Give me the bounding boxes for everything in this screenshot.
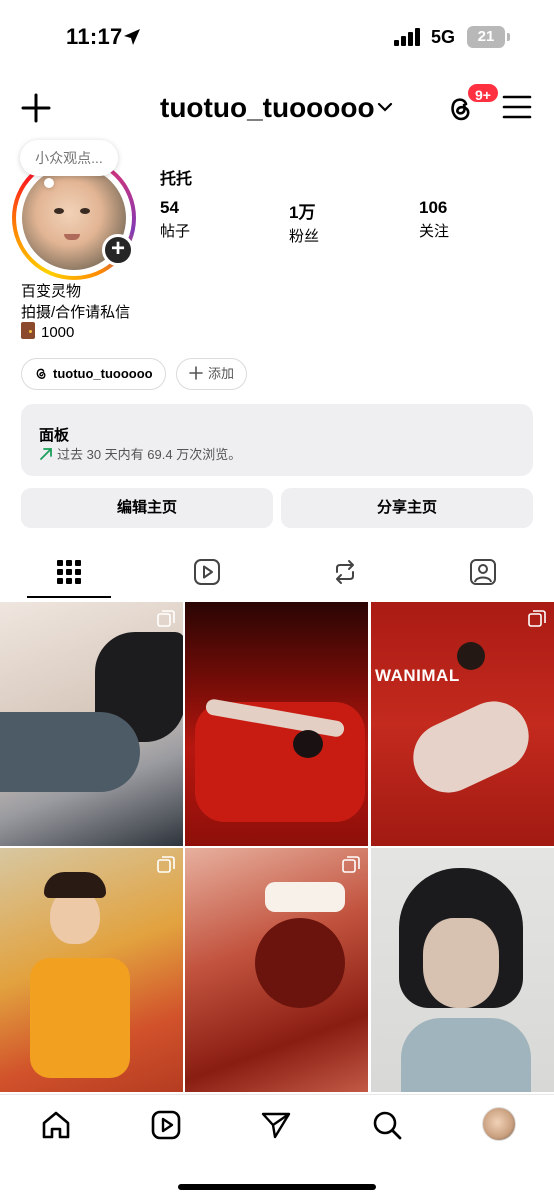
post-6-shape-face: [423, 918, 499, 1008]
post-thumbnail-3[interactable]: WANIMAL: [371, 602, 554, 846]
post-3-shape-head: [457, 642, 485, 670]
bio-line-1: 百变灵物: [21, 283, 82, 300]
dashboard-subtitle-text: 过去 30 天内有 69.4 万次浏览。: [57, 447, 242, 462]
stat-posts[interactable]: 54 帖子: [160, 198, 190, 241]
profile-header: tuotuo_tuooooo 9+: [0, 82, 554, 134]
direct-message-icon[interactable]: [260, 1109, 292, 1141]
battery-cap: [507, 33, 510, 41]
stat-following[interactable]: 106 关注: [419, 198, 449, 241]
post-thumbnail-6[interactable]: [371, 848, 554, 1092]
status-bar: 11:17 5G 21: [0, 0, 554, 72]
multi-post-icon: [157, 856, 175, 873]
location-arrow-icon: [124, 29, 140, 45]
network-type: 5G: [431, 27, 456, 47]
tab-reposts[interactable]: [276, 548, 414, 600]
display-name: 托托: [160, 171, 193, 188]
edit-profile-button[interactable]: 编辑主页: [21, 488, 273, 528]
tab-reels[interactable]: [138, 548, 276, 600]
threads-handle-pill[interactable]: tuotuo_tuooooo: [21, 358, 166, 390]
post-thumbnail-5[interactable]: [185, 848, 368, 1092]
notification-badge: 9+: [466, 82, 500, 104]
threads-handle-text: tuotuo_tuooooo: [53, 366, 153, 381]
battery-level: 21: [477, 28, 495, 45]
status-time: 11:17: [66, 24, 123, 49]
active-tab-indicator: [27, 596, 111, 598]
avatar-eye-right: [80, 208, 90, 214]
post-thumbnail-4[interactable]: [0, 848, 183, 1092]
post-6-shape-shirt: [401, 1018, 531, 1092]
tab-tagged[interactable]: [414, 548, 552, 600]
signal-icon: [394, 28, 420, 46]
chevron-down-icon[interactable]: [376, 100, 394, 114]
post-4-shape-costume: [30, 958, 130, 1078]
multi-post-icon: [528, 610, 546, 627]
reels-icon: [194, 559, 220, 585]
stat-followers-count: 1万: [289, 203, 316, 222]
create-plus-icon[interactable]: [20, 92, 52, 124]
reposts-icon: [336, 560, 354, 584]
post-2-shape-head: [293, 730, 323, 758]
post-4-shape-hair: [44, 872, 106, 898]
stat-following-label: 关注: [419, 223, 450, 240]
menu-icon[interactable]: [502, 94, 532, 120]
tab-posts-grid[interactable]: [0, 548, 138, 600]
reels-nav-icon[interactable]: [150, 1109, 182, 1141]
post-1-shape-limb: [0, 712, 140, 792]
add-link-pill[interactable]: 添加: [176, 358, 248, 390]
stat-following-count: 106: [419, 198, 448, 217]
threads-small-icon: [36, 368, 46, 379]
bio-line-3-text: 1000: [41, 324, 75, 341]
stat-posts-count: 54: [160, 198, 179, 217]
bio-line-2: 拍摄/合作请私信: [21, 304, 131, 321]
search-icon[interactable]: [371, 1109, 403, 1141]
profile-nav-avatar[interactable]: [482, 1107, 516, 1141]
username-title[interactable]: tuotuo_tuooooo: [160, 92, 375, 124]
grid-icon: [57, 560, 81, 584]
dashboard-title: 面板: [39, 427, 70, 444]
dashboard-subtitle: 过去 30 天内有 69.4 万次浏览。: [39, 444, 241, 463]
post-thumbnail-1[interactable]: [0, 602, 183, 846]
note-bubble-tail: [44, 178, 54, 188]
share-profile-button[interactable]: 分享主页: [281, 488, 533, 528]
stat-posts-label: 帖子: [160, 223, 191, 240]
home-icon[interactable]: [40, 1109, 72, 1141]
tagged-icon: [470, 559, 496, 585]
multi-post-icon: [157, 610, 175, 627]
post-5-shape-mouth: [255, 918, 345, 1008]
multi-post-icon: [342, 856, 360, 873]
plus-small-icon: [189, 366, 203, 380]
avatar-mouth: [64, 234, 80, 240]
add-story-button[interactable]: +: [102, 234, 134, 266]
add-link-label: 添加: [208, 366, 235, 381]
post-3-shape-figure: [401, 689, 541, 805]
stat-followers-label: 粉丝: [289, 228, 320, 245]
profile-tabs: [0, 548, 554, 600]
posts-grid: WANIMAL: [0, 602, 554, 1094]
stat-followers[interactable]: 1万 粉丝: [289, 198, 319, 246]
avatar-eye-left: [54, 208, 64, 214]
post-5-shape-teeth: [265, 882, 345, 912]
note-bubble[interactable]: 小众观点...: [20, 140, 118, 176]
post-3-overlay-text: WANIMAL: [375, 666, 460, 685]
door-emoji-icon: [21, 322, 35, 339]
professional-dashboard[interactable]: 面板 过去 30 天内有 69.4 万次浏览。: [21, 404, 533, 476]
bio-line-3: 1000: [21, 322, 74, 341]
battery-icon: 21: [467, 26, 505, 48]
post-thumbnail-2[interactable]: [185, 602, 368, 846]
trend-up-arrow-icon: [40, 448, 52, 460]
home-indicator: [178, 1184, 376, 1190]
